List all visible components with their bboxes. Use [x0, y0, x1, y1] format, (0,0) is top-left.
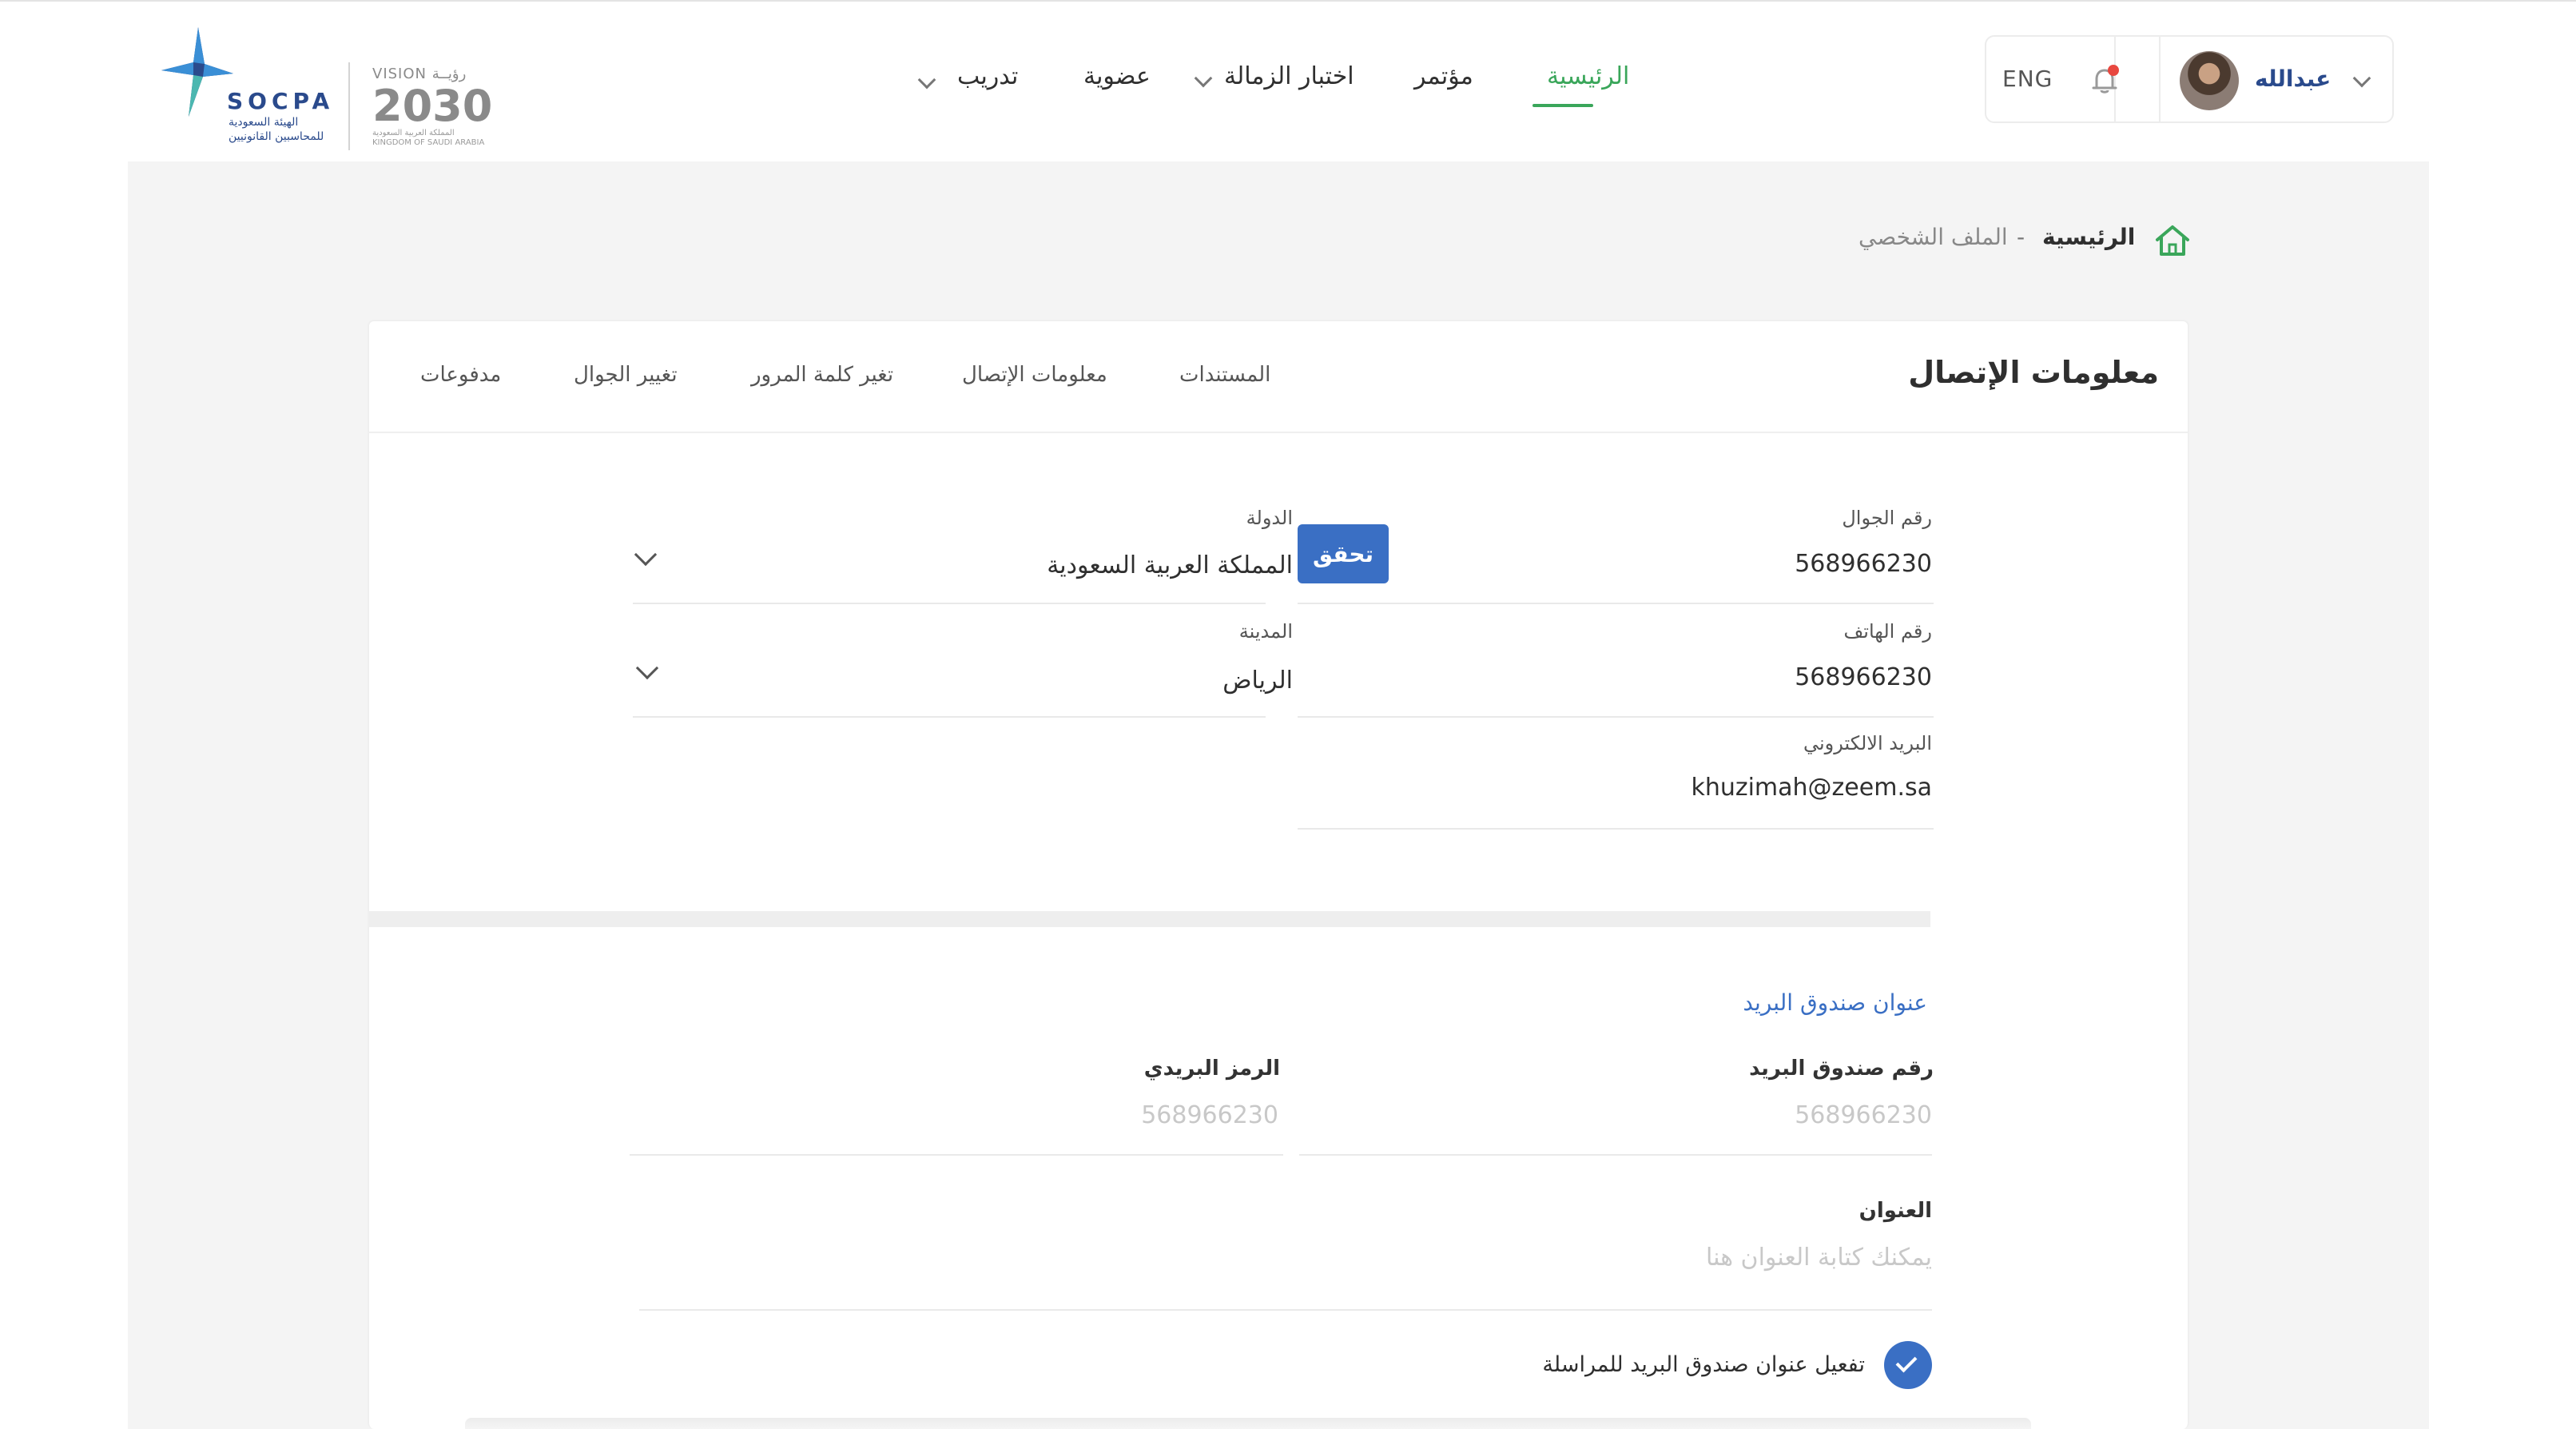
socpa-logo[interactable]: SOCPA الهيئة السعودية للمحاسبين القانوني… — [157, 24, 492, 152]
section-divider — [369, 911, 1930, 927]
po-box-label: رقم صندوق البريد — [1749, 1057, 1934, 1081]
phone-input[interactable]: 568966230 — [1795, 663, 1932, 691]
socpa-arabic-name: الهيئة السعودية للمحاسبين القانونيين — [229, 116, 324, 143]
socpa-star-icon — [161, 27, 233, 117]
email-label: البريد الالكتروني — [1803, 732, 1932, 754]
mobile-underline — [1298, 603, 1934, 604]
toolbar-divider — [2159, 37, 2161, 121]
mobile-label: رقم الجوال — [1842, 507, 1932, 529]
zip-label: الرمز البريدي — [1143, 1057, 1280, 1081]
nav-active-indicator — [1532, 104, 1593, 107]
po-box-section-title: عنوان صندوق البريد — [1743, 989, 1927, 1016]
logo-divider — [348, 62, 350, 150]
mobile-value[interactable]: 568966230 — [1795, 550, 1932, 578]
nav-fellowship[interactable]: اختبار الزمالة — [1224, 62, 1354, 90]
tab-change-mobile[interactable]: تغيير الجوال — [574, 363, 678, 387]
notification-bell-icon[interactable] — [2089, 64, 2121, 96]
zip-input[interactable]: 568966230 — [1141, 1101, 1278, 1129]
tab-change-password[interactable]: تغير كلمة المرور — [751, 363, 893, 387]
tab-payments[interactable]: مدفوعات — [420, 363, 501, 387]
verify-button[interactable]: تحقق — [1298, 524, 1389, 583]
home-icon[interactable] — [2153, 222, 2192, 259]
chevron-down-icon[interactable] — [1194, 69, 1213, 88]
nav-membership[interactable]: عضوية — [1083, 62, 1151, 90]
site-header: SOCPA الهيئة السعودية للمحاسبين القانوني… — [0, 2, 2576, 161]
vision-top-text: VISION رؤيــة — [372, 66, 467, 82]
breadcrumb-home[interactable]: الرئيسية — [2042, 224, 2135, 250]
card-title: معلومات الإتصال — [1908, 355, 2159, 390]
card-header: معلومات الإتصال المستندات معلومات الإتصا… — [369, 321, 2188, 433]
email-input[interactable]: khuzimah@zeem.sa — [1691, 774, 1932, 802]
vision-year: 2030 — [372, 81, 493, 131]
country-underline — [633, 603, 1266, 604]
address-label: العنوان — [1858, 1199, 1932, 1223]
language-toggle[interactable]: ENG — [2002, 66, 2053, 92]
chevron-down-icon[interactable] — [634, 543, 658, 567]
vision-subtext: المملكة العربية السعودية KINGDOM OF SAUD… — [372, 129, 485, 147]
breadcrumb-separator: - — [2017, 224, 2025, 250]
chevron-down-icon[interactable] — [635, 656, 659, 680]
address-underline — [639, 1309, 1932, 1311]
checkmark-icon — [1895, 1351, 1918, 1373]
vision-2030-logo: VISION رؤيــة 2030 المملكة العربية السعو… — [372, 66, 492, 148]
zip-underline — [630, 1154, 1283, 1156]
tab-documents[interactable]: المستندات — [1179, 363, 1270, 387]
chevron-down-icon[interactable] — [917, 70, 936, 90]
country-label: الدولة — [1246, 507, 1293, 529]
socpa-wordmark: SOCPA — [227, 88, 335, 114]
city-label: المدينة — [1238, 620, 1293, 643]
profile-card: معلومات الإتصال المستندات معلومات الإتصا… — [368, 320, 2189, 1429]
country-select[interactable]: المملكة العربية السعودية — [1047, 551, 1293, 579]
po-box-underline — [1299, 1154, 1932, 1156]
nav-conference[interactable]: مؤتمر — [1414, 62, 1473, 90]
tab-contact-info[interactable]: معلومات الإتصال — [962, 363, 1107, 387]
city-select[interactable]: الرياض — [1222, 667, 1293, 695]
phone-label: رقم الهاتف — [1843, 620, 1932, 643]
activate-po-box-checkbox[interactable] — [1884, 1341, 1932, 1389]
user-name[interactable]: عبدالله — [2255, 66, 2331, 92]
po-box-input[interactable]: 568966230 — [1795, 1101, 1932, 1129]
nav-home[interactable]: الرئيسية — [1547, 62, 1629, 90]
activate-po-box-label[interactable]: تفعيل عنوان صندوق البريد للمراسلة — [1542, 1352, 1865, 1377]
breadcrumb-current: الملف الشخصي — [1858, 224, 2008, 250]
nav-training[interactable]: تدريب — [957, 62, 1018, 90]
card-bottom-fade — [465, 1418, 2031, 1429]
notification-dot — [2108, 65, 2119, 76]
email-underline — [1298, 828, 1934, 830]
city-underline — [633, 716, 1266, 718]
address-input[interactable]: يمكنك كتابة العنوان هنا — [1706, 1244, 1932, 1272]
phone-underline — [1298, 716, 1934, 718]
avatar[interactable] — [2180, 51, 2239, 110]
